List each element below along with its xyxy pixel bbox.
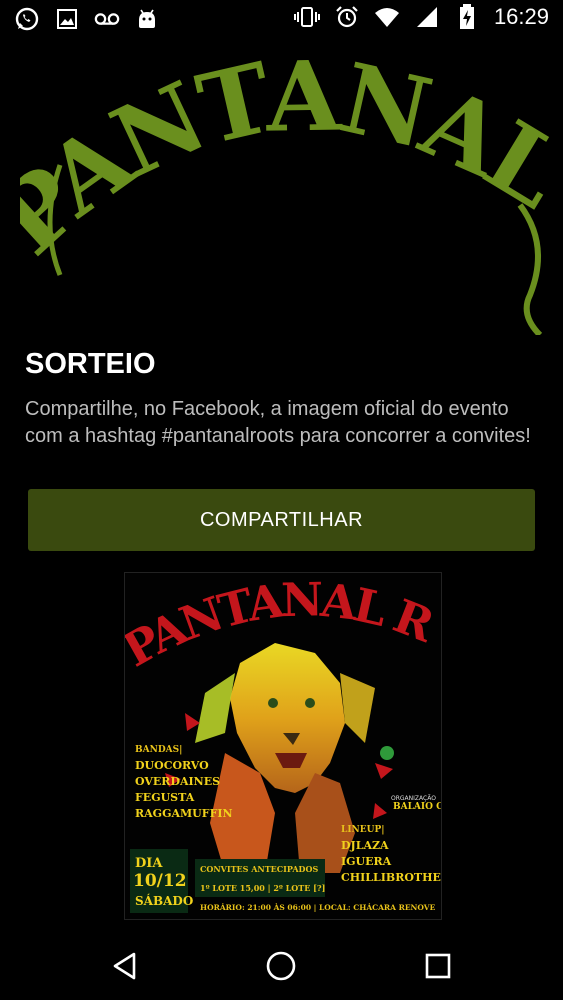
wifi-icon [374, 4, 400, 30]
poster-schedule: HORÁRIO: 21:00 ÀS 06:00 | LOCAL: CHÁCARA… [200, 903, 436, 912]
sorteio-title: SORTEIO [25, 348, 156, 380]
back-icon[interactable] [105, 946, 145, 986]
poster-band: OVERDAINES [135, 775, 221, 788]
poster-tickets-label: CONVITES ANTECIPADOS [200, 864, 319, 874]
event-poster[interactable]: PANTANAL ROOTS BANDAS| DUOCORVO OVERDAIN… [124, 572, 442, 920]
poster-weekday: SÁBADO [135, 894, 194, 908]
poster-band: FEGUSTA [135, 791, 195, 804]
poster-band: RAGGAMUFFIN [135, 807, 233, 820]
poster-lineup-label: LINEUP| [341, 825, 385, 835]
battery-charging-icon [454, 4, 480, 30]
status-time: 16:29 [493, 4, 549, 29]
poster-dj: IGUERA [341, 855, 392, 868]
recents-icon[interactable] [418, 946, 458, 986]
poster-day-label: DIA [135, 856, 163, 871]
poster-bands-label: BANDAS| [135, 745, 183, 755]
poster-tickets-lots: 1º LOTE 15,00 | 2º LOTE [?] [200, 883, 326, 893]
signal-icon [414, 4, 440, 30]
poster-organizer-label: ORGANIZAÇÃO [391, 795, 436, 802]
svg-text:PANTANAL ROOTS: PANTANAL ROOTS [20, 45, 550, 276]
logo-text: PANTANAL ROOTS [0, 0, 563, 276]
vibrate-icon [293, 4, 320, 30]
navigation-bar [0, 930, 563, 1000]
home-icon[interactable] [261, 946, 301, 986]
pantanal-roots-logo: PANTANAL ROOTS [0, 0, 563, 338]
poster-dj: CHILLIBROTHERS [341, 871, 441, 884]
poster-dj: DJLAZA [341, 839, 389, 852]
alarm-icon [334, 4, 360, 30]
image-icon [54, 6, 80, 32]
status-bar: 16:29 [0, 0, 563, 38]
share-button[interactable]: COMPARTILHAR [28, 489, 535, 551]
poster-organizer-name: BALAIO COLETIVO [393, 802, 441, 812]
voicemail-icon [94, 6, 120, 32]
poster-band: DUOCORVO [135, 759, 209, 772]
poster-date: 10/12 [133, 871, 187, 891]
sorteio-description: Compartilhe, no Facebook, a imagem ofici… [25, 398, 531, 447]
android-icon [134, 6, 160, 32]
whatsapp-icon [14, 6, 40, 32]
